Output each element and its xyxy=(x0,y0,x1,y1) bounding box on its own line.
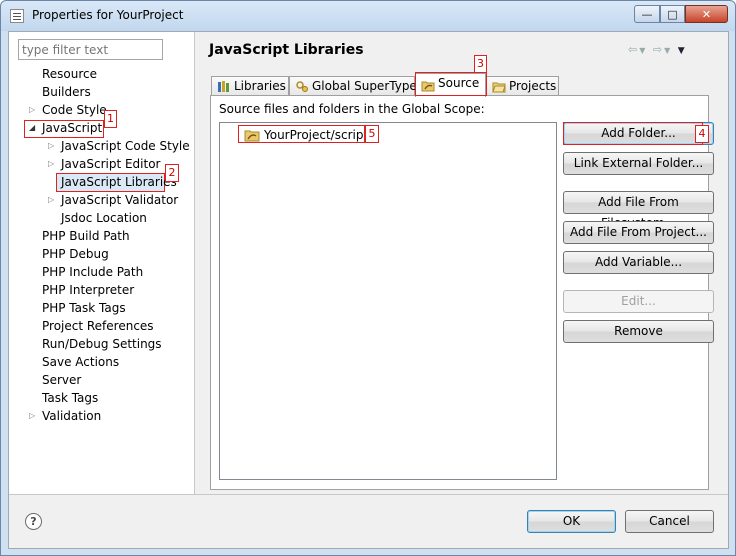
page-title: JavaScript Libraries xyxy=(209,42,364,58)
tab-libraries-label: Libraries xyxy=(234,79,286,93)
window-icon xyxy=(10,9,24,23)
tab-libraries[interactable]: Libraries xyxy=(211,76,289,96)
tab-global-supertype[interactable]: Global SuperType xyxy=(289,76,417,96)
cancel-button[interactable]: Cancel xyxy=(625,510,714,533)
source-list-label: Source files and folders in the Global S… xyxy=(219,102,485,116)
filter-input[interactable] xyxy=(18,39,163,60)
expand-arrow-icon[interactable]: ▷ xyxy=(48,191,58,209)
source-tab-panel: Source files and folders in the Global S… xyxy=(210,95,714,490)
annotation-box-4 xyxy=(563,122,703,145)
source-list[interactable]: YourProject/scripts 5 xyxy=(219,122,557,480)
back-arrow-icon[interactable]: ⇦ xyxy=(628,43,639,56)
tab-projects[interactable]: Projects xyxy=(486,76,559,96)
forward-dropdown-icon[interactable]: ▼ xyxy=(664,46,672,55)
libraries-icon xyxy=(218,81,229,92)
minimize-icon: — xyxy=(641,7,653,21)
tab-projects-label: Projects xyxy=(509,79,557,93)
expand-arrow-icon[interactable]: ▷ xyxy=(48,155,58,173)
minimize-button[interactable]: — xyxy=(634,5,660,23)
annotation-box-3 xyxy=(415,72,487,96)
tree-item-project-references[interactable]: Project References xyxy=(42,317,154,335)
bottom-separator xyxy=(9,494,728,495)
add-variable-button[interactable]: Add Variable... xyxy=(563,251,714,274)
tab-global-supertype-label: Global SuperType xyxy=(312,79,417,93)
help-icon[interactable]: ? xyxy=(25,513,42,530)
add-file-from-filesystem-button[interactable]: Add File From Filesystem... xyxy=(563,191,714,230)
tree-item-builders[interactable]: Builders xyxy=(42,83,91,101)
tree-item-code-style[interactable]: Code Style xyxy=(42,101,107,119)
remove-button[interactable]: Remove xyxy=(563,320,714,343)
tree-item-javascript-code-style[interactable]: JavaScript Code Style xyxy=(61,137,190,155)
tree-item-php-debug[interactable]: PHP Debug xyxy=(42,245,109,263)
ok-button[interactable]: OK xyxy=(527,510,616,533)
page-navigation: ⇦▼ ⇨▼ ▼ xyxy=(628,43,687,56)
back-dropdown-icon[interactable]: ▼ xyxy=(639,46,647,55)
global-supertype-icon xyxy=(296,81,308,92)
tree-item-php-build-path[interactable]: PHP Build Path xyxy=(42,227,130,245)
forward-arrow-icon[interactable]: ⇨ xyxy=(653,43,664,56)
view-menu-icon[interactable]: ▼ xyxy=(678,46,687,56)
annotation-marker-1: 1 xyxy=(104,110,117,128)
window-title: Properties for YourProject xyxy=(32,8,184,22)
tree-item-javascript[interactable]: JavaScript xyxy=(42,119,102,137)
close-icon: ✕ xyxy=(701,7,712,21)
annotation-marker-2: 2 xyxy=(165,164,179,182)
expand-arrow-icon[interactable]: ▷ xyxy=(29,101,39,119)
tree-item-validation[interactable]: Validation xyxy=(42,407,101,425)
annotation-marker-5: 5 xyxy=(365,125,379,143)
collapse-arrow-icon[interactable]: ◢ xyxy=(29,119,39,137)
tree-item-javascript-editor[interactable]: JavaScript Editor xyxy=(61,155,160,173)
tree-item-javascript-validator[interactable]: JavaScript Validator xyxy=(61,191,178,209)
expand-arrow-icon[interactable]: ▷ xyxy=(48,137,58,155)
tree-item-run-debug-settings[interactable]: Run/Debug Settings xyxy=(42,335,162,353)
add-file-from-project-button[interactable]: Add File From Project... xyxy=(563,221,714,244)
maximize-button[interactable]: □ xyxy=(660,5,685,23)
properties-dialog: Properties for YourProject — □ ✕ Resourc… xyxy=(0,0,736,556)
expand-arrow-icon[interactable]: ▷ xyxy=(29,407,39,425)
property-tree-pane: Resource Builders ▷ Code Style ◢ JavaScr… xyxy=(9,32,195,494)
projects-folder-icon xyxy=(492,82,506,93)
link-external-folder-button[interactable]: Link External Folder... xyxy=(563,152,714,175)
tree-item-php-interpreter[interactable]: PHP Interpreter xyxy=(42,281,134,299)
tree-item-jsdoc-location[interactable]: Jsdoc Location xyxy=(61,209,147,227)
maximize-icon: □ xyxy=(667,7,678,21)
tree-item-resource[interactable]: Resource xyxy=(42,65,97,83)
title-bar[interactable]: Properties for YourProject — □ ✕ xyxy=(1,1,735,31)
annotation-box-5 xyxy=(238,125,365,143)
tree-item-save-actions[interactable]: Save Actions xyxy=(42,353,119,371)
tree-item-server[interactable]: Server xyxy=(42,371,81,389)
annotation-marker-3: 3 xyxy=(474,55,487,73)
close-button[interactable]: ✕ xyxy=(685,5,728,23)
edit-button[interactable]: Edit... xyxy=(563,290,714,313)
tree-item-php-include-path[interactable]: PHP Include Path xyxy=(42,263,143,281)
annotation-marker-4: 4 xyxy=(695,125,709,143)
tree-item-task-tags[interactable]: Task Tags xyxy=(42,389,98,407)
tree-item-php-task-tags[interactable]: PHP Task Tags xyxy=(42,299,126,317)
tree-item-javascript-libraries[interactable]: JavaScript Libraries xyxy=(61,173,177,191)
property-page: JavaScript Libraries ⇦▼ ⇨▼ ▼ Libraries G… xyxy=(196,32,728,494)
dialog-client-area: Resource Builders ▷ Code Style ◢ JavaScr… xyxy=(8,31,729,549)
